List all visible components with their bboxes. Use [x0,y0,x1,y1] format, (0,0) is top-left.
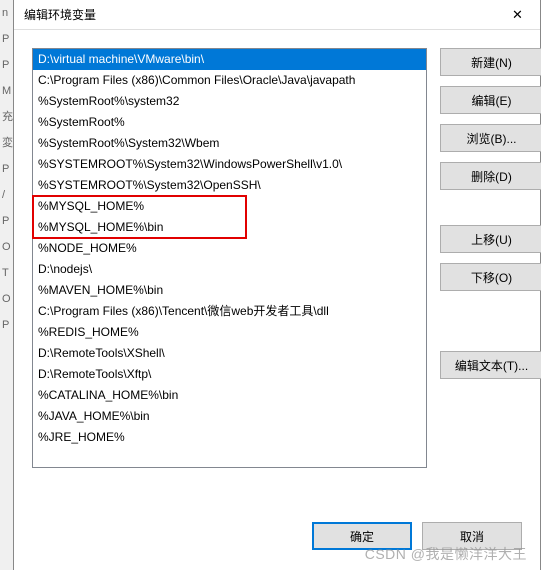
cancel-button[interactable]: 取消 [422,522,522,550]
background-window-hints: nPPM充変P/POTOP [0,0,13,570]
list-item[interactable]: %SystemRoot% [33,112,426,133]
list-item[interactable]: %MYSQL_HOME% [33,196,426,217]
titlebar: 编辑环境变量 ✕ [14,0,540,30]
dialog-content: D:\virtual machine\VMware\bin\C:\Program… [14,30,540,468]
new-button[interactable]: 新建(N) [440,48,541,76]
list-item[interactable]: D:\RemoteTools\XShell\ [33,343,426,364]
dialog-title: 编辑环境变量 [24,6,96,23]
close-icon[interactable]: ✕ [495,0,540,30]
dialog-footer: 确定 取消 [312,522,522,550]
list-item[interactable]: %SystemRoot%\system32 [33,91,426,112]
list-item[interactable]: %MAVEN_HOME%\bin [33,280,426,301]
edit-button[interactable]: 编辑(E) [440,86,541,114]
edit-env-dialog: 编辑环境变量 ✕ D:\virtual machine\VMware\bin\C… [13,0,541,570]
list-item[interactable]: %JRE_HOME% [33,427,426,448]
list-item[interactable]: %REDIS_HOME% [33,322,426,343]
side-button-column: 新建(N) 编辑(E) 浏览(B)... 删除(D) 上移(U) 下移(O) 编… [440,48,541,379]
path-listbox[interactable]: D:\virtual machine\VMware\bin\C:\Program… [32,48,427,468]
move-down-button[interactable]: 下移(O) [440,263,541,291]
edit-text-button[interactable]: 编辑文本(T)... [440,351,541,379]
ok-button[interactable]: 确定 [312,522,412,550]
list-item[interactable]: C:\Program Files (x86)\Tencent\微信web开发者工… [33,301,426,322]
list-item[interactable]: D:\RemoteTools\Xftp\ [33,364,426,385]
list-item[interactable]: D:\virtual machine\VMware\bin\ [33,49,426,70]
list-item[interactable]: %SYSTEMROOT%\System32\WindowsPowerShell\… [33,154,426,175]
list-item[interactable]: %MYSQL_HOME%\bin [33,217,426,238]
list-item[interactable]: C:\Program Files (x86)\Common Files\Orac… [33,70,426,91]
list-item[interactable]: %SystemRoot%\System32\Wbem [33,133,426,154]
list-item[interactable]: %JAVA_HOME%\bin [33,406,426,427]
list-item[interactable]: %CATALINA_HOME%\bin [33,385,426,406]
delete-button[interactable]: 删除(D) [440,162,541,190]
list-item[interactable]: %SYSTEMROOT%\System32\OpenSSH\ [33,175,426,196]
list-item[interactable]: %NODE_HOME% [33,238,426,259]
browse-button[interactable]: 浏览(B)... [440,124,541,152]
move-up-button[interactable]: 上移(U) [440,225,541,253]
list-item[interactable]: D:\nodejs\ [33,259,426,280]
